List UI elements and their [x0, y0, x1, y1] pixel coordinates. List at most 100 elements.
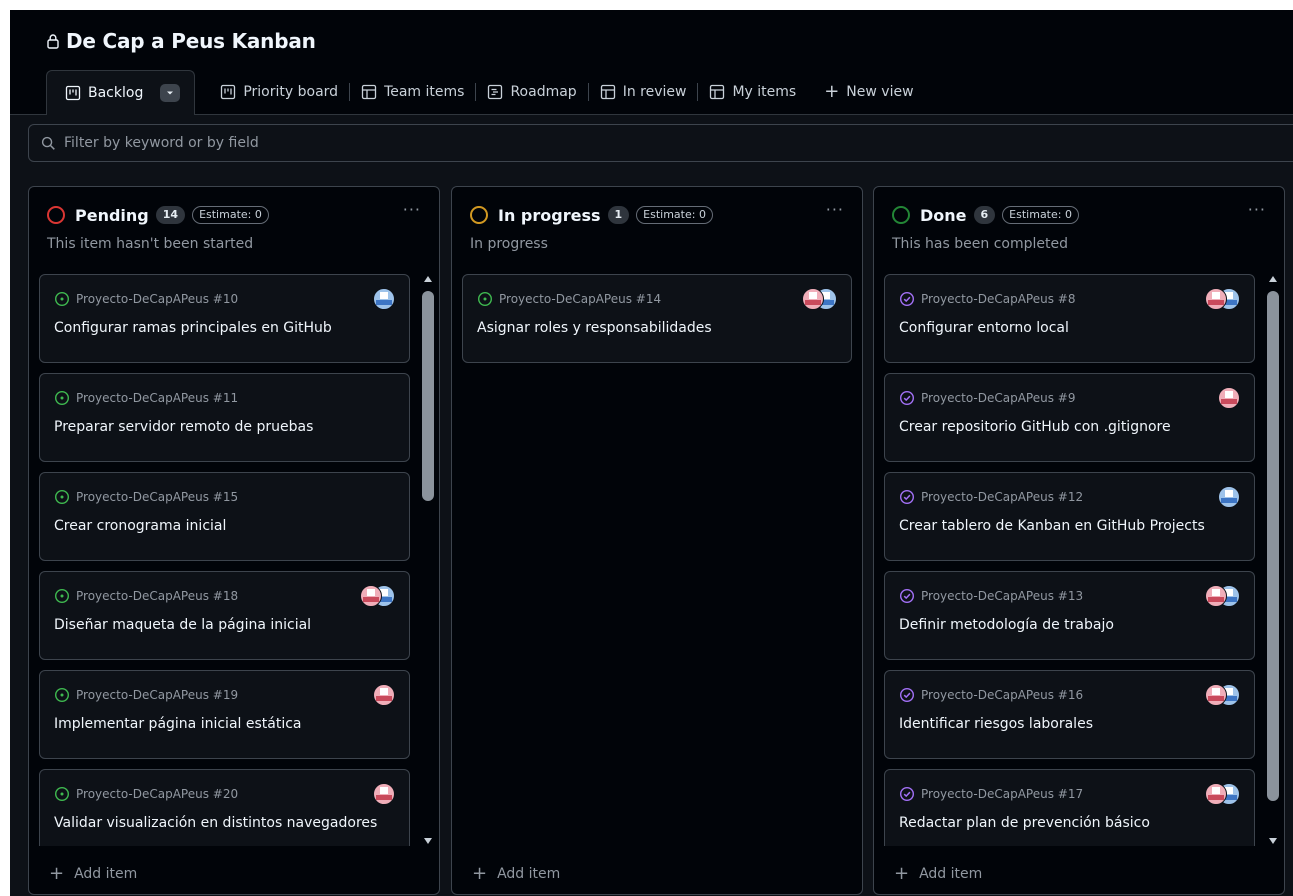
issue-title[interactable]: Definir metodología de trabajo — [899, 615, 1224, 635]
issue-reference[interactable]: Proyecto-DeCapAPeus #15 — [76, 490, 238, 504]
column-menu-button[interactable]: ··· — [1248, 200, 1266, 219]
issue-reference[interactable]: Proyecto-DeCapAPeus #8 — [921, 292, 1075, 306]
estimate-badge: Estimate: 0 — [192, 206, 269, 224]
assignee-avatars[interactable] — [1205, 783, 1240, 805]
issue-card[interactable]: Proyecto-DeCapAPeus #18 Diseñar maqueta d… — [39, 571, 410, 660]
issue-title[interactable]: Crear repositorio GitHub con .gitignore — [899, 417, 1224, 437]
assignee-avatars[interactable] — [1205, 585, 1240, 607]
issue-title[interactable]: Configurar entorno local — [899, 318, 1224, 338]
issue-reference[interactable]: Proyecto-DeCapAPeus #20 — [76, 787, 238, 801]
scrollbar-thumb[interactable] — [1267, 291, 1279, 801]
issue-card[interactable]: Proyecto-DeCapAPeus #11 Preparar servidor… — [39, 373, 410, 462]
tab-roadmap[interactable]: Roadmap — [476, 70, 587, 114]
issue-reference[interactable]: Proyecto-DeCapAPeus #9 — [921, 391, 1075, 405]
avatar[interactable] — [1218, 387, 1240, 409]
chevron-down-icon — [167, 91, 174, 95]
column-menu-button[interactable]: ··· — [403, 200, 421, 219]
column-description: In progress — [470, 236, 548, 252]
avatar[interactable] — [1205, 684, 1227, 706]
issue-reference[interactable]: Proyecto-DeCapAPeus #11 — [76, 391, 238, 405]
issue-title[interactable]: Preparar servidor remoto de pruebas — [54, 417, 379, 437]
issue-reference[interactable]: Proyecto-DeCapAPeus #14 — [499, 292, 661, 306]
issue-reference[interactable]: Proyecto-DeCapAPeus #17 — [921, 787, 1083, 801]
assignee-avatars[interactable] — [373, 783, 395, 805]
scrollbar-thumb[interactable] — [422, 291, 434, 501]
assignee-avatars[interactable] — [802, 288, 837, 310]
issue-card[interactable]: Proyecto-DeCapAPeus #17 Redactar plan de … — [884, 769, 1255, 846]
avatar[interactable] — [1205, 288, 1227, 310]
issue-card[interactable]: Proyecto-DeCapAPeus #16 Identificar riesg… — [884, 670, 1255, 759]
issue-title[interactable]: Implementar página inicial estática — [54, 714, 379, 734]
card-meta: Proyecto-DeCapAPeus #10 — [54, 291, 238, 307]
add-item-button[interactable]: + Add item — [49, 865, 137, 883]
issue-title[interactable]: Validar visualización en distintos naveg… — [54, 813, 379, 833]
issue-card[interactable]: Proyecto-DeCapAPeus #10 Configurar ramas … — [39, 274, 410, 363]
avatar[interactable] — [1218, 486, 1240, 508]
tab-label: Backlog — [88, 85, 144, 101]
avatar[interactable] — [1205, 783, 1227, 805]
issue-title[interactable]: Identificar riesgos laborales — [899, 714, 1224, 734]
avatar[interactable] — [373, 288, 395, 310]
filter-bar[interactable] — [28, 124, 1293, 162]
issue-closed-icon — [899, 390, 915, 406]
assignee-avatars[interactable] — [1218, 486, 1240, 508]
issue-card[interactable]: Proyecto-DeCapAPeus #20 Validar visualiza… — [39, 769, 410, 846]
column-menu-button[interactable]: ··· — [826, 200, 844, 219]
scroll-down-arrow[interactable] — [1269, 838, 1277, 844]
avatar[interactable] — [360, 585, 382, 607]
issue-title[interactable]: Crear tablero de Kanban en GitHub Projec… — [899, 516, 1224, 536]
issue-card[interactable]: Proyecto-DeCapAPeus #9 Crear repositorio … — [884, 373, 1255, 462]
card-meta: Proyecto-DeCapAPeus #18 — [54, 588, 238, 604]
issue-reference[interactable]: Proyecto-DeCapAPeus #19 — [76, 688, 238, 702]
issue-reference[interactable]: Proyecto-DeCapAPeus #10 — [76, 292, 238, 306]
issue-reference[interactable]: Proyecto-DeCapAPeus #16 — [921, 688, 1083, 702]
new-view-button[interactable]: + New view — [813, 70, 924, 114]
scroll-up-arrow[interactable] — [424, 276, 432, 282]
issue-closed-icon — [899, 588, 915, 604]
avatar[interactable] — [1205, 585, 1227, 607]
assignee-avatars[interactable] — [360, 585, 395, 607]
scroll-down-arrow[interactable] — [424, 838, 432, 844]
avatar[interactable] — [373, 783, 395, 805]
assignee-avatars[interactable] — [1218, 387, 1240, 409]
assignee-avatars[interactable] — [1205, 288, 1240, 310]
issue-card[interactable]: Proyecto-DeCapAPeus #12 Crear tablero de … — [884, 472, 1255, 561]
issue-title[interactable]: Redactar plan de prevención básico — [899, 813, 1224, 833]
issue-closed-icon — [899, 489, 915, 505]
assignee-avatars[interactable] — [373, 684, 395, 706]
issue-title[interactable]: Diseñar maqueta de la página inicial — [54, 615, 379, 635]
avatar[interactable] — [373, 684, 395, 706]
status-icon — [892, 206, 910, 224]
issue-card[interactable]: Proyecto-DeCapAPeus #13 Definir metodolog… — [884, 571, 1255, 660]
issue-open-icon — [477, 291, 493, 307]
issue-card[interactable]: Proyecto-DeCapAPeus #19 Implementar págin… — [39, 670, 410, 759]
tab-team-items[interactable]: Team items — [350, 70, 475, 114]
tab-my-items[interactable]: My items — [698, 70, 807, 114]
tab-priority-board[interactable]: Priority board — [209, 70, 349, 114]
issue-open-icon — [54, 588, 70, 604]
issue-title[interactable]: Asignar roles y responsabilidades — [477, 318, 821, 338]
new-view-label: New view — [846, 84, 914, 100]
assignee-avatars[interactable] — [1205, 684, 1240, 706]
column-description: This item hasn't been started — [47, 236, 254, 252]
add-item-button[interactable]: + Add item — [472, 865, 560, 883]
issue-title[interactable]: Crear cronograma inicial — [54, 516, 379, 536]
issue-title[interactable]: Configurar ramas principales en GitHub — [54, 318, 379, 338]
add-item-button[interactable]: + Add item — [894, 865, 982, 883]
assignee-avatars[interactable] — [373, 288, 395, 310]
issue-card[interactable]: Proyecto-DeCapAPeus #15 Crear cronograma … — [39, 472, 410, 561]
avatar[interactable] — [802, 288, 824, 310]
scrollbar[interactable] — [421, 273, 435, 847]
issue-card[interactable]: Proyecto-DeCapAPeus #8 Configurar entorno… — [884, 274, 1255, 363]
issue-reference[interactable]: Proyecto-DeCapAPeus #12 — [921, 490, 1083, 504]
tab-in-review[interactable]: In review — [589, 70, 698, 114]
issue-card[interactable]: Proyecto-DeCapAPeus #14 Asignar roles y r… — [462, 274, 852, 363]
scrollbar[interactable] — [1266, 273, 1280, 847]
issue-reference[interactable]: Proyecto-DeCapAPeus #18 — [76, 589, 238, 603]
filter-input[interactable] — [64, 135, 1293, 151]
scroll-up-arrow[interactable] — [1269, 276, 1277, 282]
tab-backlog[interactable]: Backlog — [46, 70, 196, 115]
view-options-button[interactable] — [160, 84, 181, 102]
issue-reference[interactable]: Proyecto-DeCapAPeus #13 — [921, 589, 1083, 603]
column-name: Pending — [75, 205, 149, 225]
